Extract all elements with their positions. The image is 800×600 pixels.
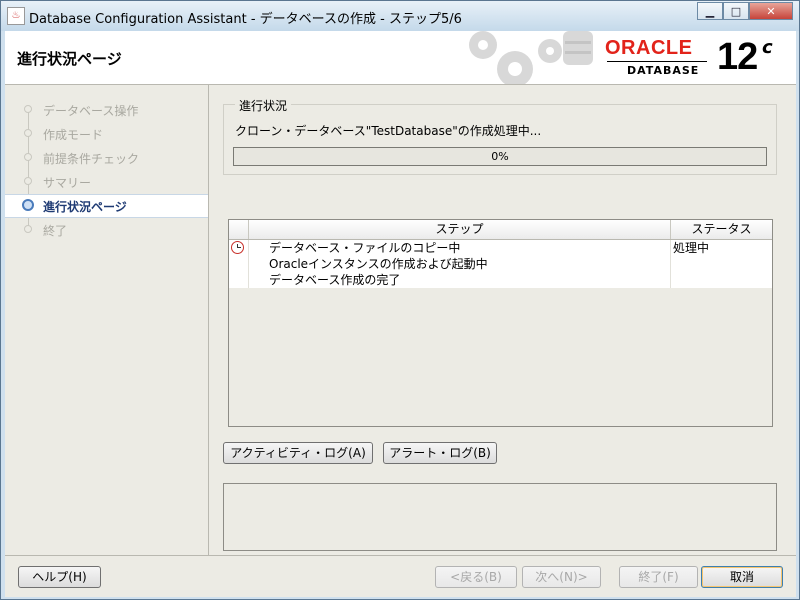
page-title: 進行状況ページ bbox=[17, 50, 122, 68]
nav-item-creation-mode: 作成モード bbox=[5, 123, 208, 145]
logo-divider bbox=[607, 61, 707, 62]
status-cell bbox=[671, 272, 772, 288]
nav-item-finish: 終了 bbox=[5, 219, 208, 241]
activity-log-button[interactable]: アクティビティ・ログ(A) bbox=[223, 442, 373, 464]
maximize-icon: □ bbox=[730, 4, 742, 18]
version-suffix: c bbox=[762, 37, 773, 58]
help-button[interactable]: ヘルプ(H) bbox=[18, 566, 101, 588]
nav-item-label: 進行状況ページ bbox=[43, 200, 127, 214]
finish-button[interactable]: 終了(F) bbox=[619, 566, 698, 588]
active-step-dot-icon bbox=[22, 199, 34, 211]
next-button[interactable]: 次へ(N)> bbox=[522, 566, 601, 588]
step-cell: Oracleインスタンスの作成および起動中 bbox=[249, 256, 671, 272]
cancel-button[interactable]: 取消 bbox=[701, 566, 783, 588]
step-cell: データベース・ファイルのコピー中 bbox=[249, 240, 671, 256]
nav-item-label: 終了 bbox=[43, 224, 68, 238]
client-area: 進行状況ページ ORACLE DATABASE 12 c データベース操作 作成… bbox=[5, 31, 796, 597]
progress-status-text: クローン・データベース"TestDatabase"の作成処理中... bbox=[235, 124, 542, 138]
minimize-button[interactable]: ▁ bbox=[697, 2, 723, 20]
progress-group-title: 進行状況 bbox=[235, 97, 292, 114]
title-bar[interactable]: ♨ Database Configuration Assistant - データ… bbox=[1, 1, 799, 31]
nav-item-label: 作成モード bbox=[43, 128, 104, 142]
table-header-icon-col bbox=[229, 220, 249, 239]
step-cell: データベース作成の完了 bbox=[249, 272, 671, 288]
row-icon-cell bbox=[229, 272, 249, 288]
table-row[interactable]: Oracleインスタンスの作成および起動中 bbox=[229, 256, 772, 272]
maximize-button[interactable]: □ bbox=[723, 2, 749, 20]
step-navigation: データベース操作 作成モード 前提条件チェック サマリー 進行状況ページ 終了 bbox=[5, 85, 209, 555]
header-banner: 進行状況ページ ORACLE DATABASE 12 c bbox=[5, 31, 796, 85]
minimize-icon: ▁ bbox=[705, 4, 715, 18]
nav-item-label: 前提条件チェック bbox=[43, 152, 140, 166]
alert-log-button[interactable]: アラート・ログ(B) bbox=[383, 442, 497, 464]
step-dot-icon bbox=[24, 105, 32, 113]
steps-table[interactable]: ステップ ステータス データベース・ファイルのコピー中 処理中 Oracleイン… bbox=[228, 219, 773, 427]
close-icon: ✕ bbox=[766, 4, 776, 18]
step-dot-icon bbox=[24, 177, 32, 185]
step-dot-icon bbox=[24, 225, 32, 233]
nav-item-label: サマリー bbox=[43, 176, 92, 190]
nav-item-database-operation: データベース操作 bbox=[5, 99, 208, 121]
status-cell: 処理中 bbox=[673, 241, 710, 255]
oracle-wordmark: ORACLE bbox=[605, 37, 693, 59]
window-title: Database Configuration Assistant - データベー… bbox=[29, 12, 462, 27]
status-cell bbox=[671, 256, 772, 272]
clock-icon bbox=[231, 241, 244, 254]
nav-item-progress-page: 進行状況ページ bbox=[5, 194, 208, 218]
step-dot-icon bbox=[24, 153, 32, 161]
nav-item-label: データベース操作 bbox=[43, 104, 139, 118]
window-controls: ▁ □ ✕ bbox=[697, 2, 793, 21]
java-cup-icon: ♨ bbox=[7, 7, 25, 25]
oracle-database-label: DATABASE bbox=[627, 64, 700, 77]
progress-bar: 0% bbox=[233, 147, 767, 166]
table-row[interactable]: データベース作成の完了 bbox=[229, 272, 772, 288]
table-row[interactable]: データベース・ファイルのコピー中 処理中 bbox=[229, 240, 772, 256]
row-icon-cell bbox=[229, 256, 249, 272]
step-dot-icon bbox=[24, 129, 32, 137]
bottom-divider bbox=[5, 555, 796, 556]
window: ♨ Database Configuration Assistant - データ… bbox=[0, 0, 800, 600]
progress-percent: 0% bbox=[491, 150, 509, 163]
version-number: 12 bbox=[717, 36, 758, 78]
nav-item-prerequisite-check: 前提条件チェック bbox=[5, 147, 208, 169]
gears-graphic-icon bbox=[469, 31, 593, 84]
column-header-status[interactable]: ステータス bbox=[671, 220, 772, 239]
close-button[interactable]: ✕ bbox=[749, 2, 793, 20]
detail-pane bbox=[223, 483, 777, 551]
row-icon-cell bbox=[229, 240, 249, 256]
back-button[interactable]: <戻る(B) bbox=[435, 566, 517, 588]
nav-item-summary: サマリー bbox=[5, 171, 208, 193]
table-header: ステップ ステータス bbox=[229, 220, 772, 240]
column-header-step[interactable]: ステップ bbox=[249, 220, 671, 239]
oracle-logo: ORACLE DATABASE bbox=[605, 37, 709, 81]
